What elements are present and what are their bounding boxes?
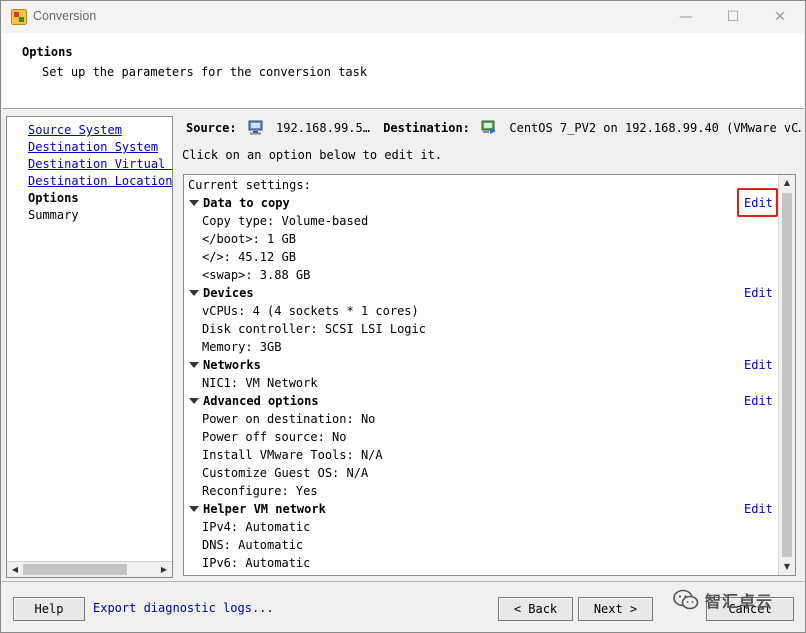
wizard-header: Options Set up the parameters for the co…	[2, 33, 804, 109]
collapse-triangle-icon[interactable]	[189, 506, 199, 512]
source-label: Source:	[186, 121, 237, 135]
edit-instruction: Click on an option below to edit it.	[182, 148, 443, 162]
scroll-down-icon[interactable]: ▼	[780, 560, 794, 574]
settings-vertical-scrollbar[interactable]: ▲ ▼	[778, 175, 795, 575]
setting-item: </>: 45.12 GB	[202, 250, 296, 264]
wizard-steps-nav: Source System Destination System Destina…	[6, 116, 173, 578]
destination-label: Destination:	[383, 121, 470, 135]
setting-item: IPv6: Automatic	[202, 556, 311, 570]
next-button[interactable]: Next >	[578, 597, 653, 621]
source-destination-bar: Source: 192.168.99.5… Destination: CentO…	[186, 120, 801, 138]
setting-item: Disk controller: SCSI LSI Logic	[202, 322, 426, 336]
nav-step-destination-location[interactable]: Destination Location	[28, 173, 172, 190]
current-settings-label: Current settings:	[188, 178, 311, 192]
section-title: Data to copy	[203, 196, 290, 210]
scroll-right-icon[interactable]: ▶	[157, 563, 171, 577]
page-title: Options	[22, 45, 73, 59]
section-helper-vm-network[interactable]: Helper VM network	[189, 500, 326, 518]
setting-item: DNS: Automatic	[202, 538, 304, 552]
setting-item: Customize Guest OS: N/A	[202, 466, 369, 480]
nav-horizontal-scrollbar[interactable]: ◀ ▶	[7, 561, 172, 577]
window-title: Conversion	[33, 9, 97, 23]
source-value: 192.168.99.5…	[276, 121, 370, 135]
edit-helper-vm-network-link[interactable]: Edit	[744, 500, 773, 518]
collapse-triangle-icon[interactable]	[189, 200, 199, 206]
watermark-text: 智汇卓云	[705, 592, 774, 611]
section-advanced-options[interactable]: Advanced options	[189, 392, 319, 410]
nav-step-destination-virtual-machine[interactable]: Destination Virtual M	[28, 156, 172, 173]
setting-item: NIC1: VM Network	[202, 376, 318, 390]
nav-step-options: Options	[28, 191, 79, 205]
edit-devices-link[interactable]: Edit	[744, 284, 773, 302]
destination-value: CentOS 7_PV2 on 192.168.99.40 (VMware vC…	[509, 121, 801, 135]
help-button[interactable]: Help	[13, 597, 85, 621]
title-bar: Conversion — ☐ ✕	[1, 1, 805, 33]
converter-app-icon	[11, 9, 27, 25]
export-diagnostic-logs-link[interactable]: Export diagnostic logs...	[93, 601, 274, 615]
collapse-triangle-icon[interactable]	[189, 362, 199, 368]
section-networks[interactable]: Networks	[189, 356, 261, 374]
scroll-up-icon[interactable]: ▲	[780, 176, 794, 190]
scroll-left-icon[interactable]: ◀	[8, 563, 22, 577]
virtual-machine-icon	[481, 120, 497, 134]
section-title: Devices	[203, 286, 254, 300]
setting-item: Memory: 3GB	[202, 340, 282, 354]
maximize-button[interactable]: ☐	[710, 1, 756, 33]
highlight-box	[737, 188, 778, 217]
back-button[interactable]: < Back	[498, 597, 573, 621]
edit-advanced-options-link[interactable]: Edit	[744, 392, 773, 410]
setting-item: <swap>: 3.88 GB	[202, 268, 311, 282]
scrollbar-thumb[interactable]	[782, 193, 792, 557]
nav-step-summary: Summary	[28, 208, 79, 222]
setting-item: Reconfigure: Yes	[202, 484, 318, 498]
setting-item: Power on destination: No	[202, 412, 376, 426]
close-button[interactable]: ✕	[757, 1, 803, 33]
watermark: 智汇卓云	[673, 585, 799, 615]
section-title: Advanced options	[203, 394, 319, 408]
setting-item: </boot>: 1 GB	[202, 232, 296, 246]
scrollbar-thumb[interactable]	[23, 564, 127, 575]
setting-item: Install VMware Tools: N/A	[202, 448, 383, 462]
setting-item: Power off source: No	[202, 430, 347, 444]
conversion-window: Conversion — ☐ ✕ Options Set up the para…	[0, 0, 806, 633]
page-subtitle: Set up the parameters for the conversion…	[42, 65, 368, 79]
section-devices[interactable]: Devices	[189, 284, 254, 302]
section-data-to-copy[interactable]: Data to copy	[189, 194, 290, 212]
collapse-triangle-icon[interactable]	[189, 398, 199, 404]
setting-item: IPv4: Automatic	[202, 520, 311, 534]
nav-step-source-system[interactable]: Source System	[28, 122, 172, 139]
setting-item: vCPUs: 4 (4 sockets * 1 cores)	[202, 304, 419, 318]
section-title: Networks	[203, 358, 261, 372]
nav-step-destination-system[interactable]: Destination System	[28, 139, 172, 156]
setting-item: Copy type: Volume-based	[202, 214, 369, 228]
footer-divider	[2, 581, 804, 582]
minimize-button[interactable]: —	[663, 1, 709, 33]
wechat-icon	[673, 589, 699, 610]
section-title: Helper VM network	[203, 502, 326, 516]
collapse-triangle-icon[interactable]	[189, 290, 199, 296]
physical-machine-icon	[248, 120, 263, 135]
edit-networks-link[interactable]: Edit	[744, 356, 773, 374]
current-settings-panel: Current settings: Data to copy Edit Copy…	[183, 174, 796, 576]
